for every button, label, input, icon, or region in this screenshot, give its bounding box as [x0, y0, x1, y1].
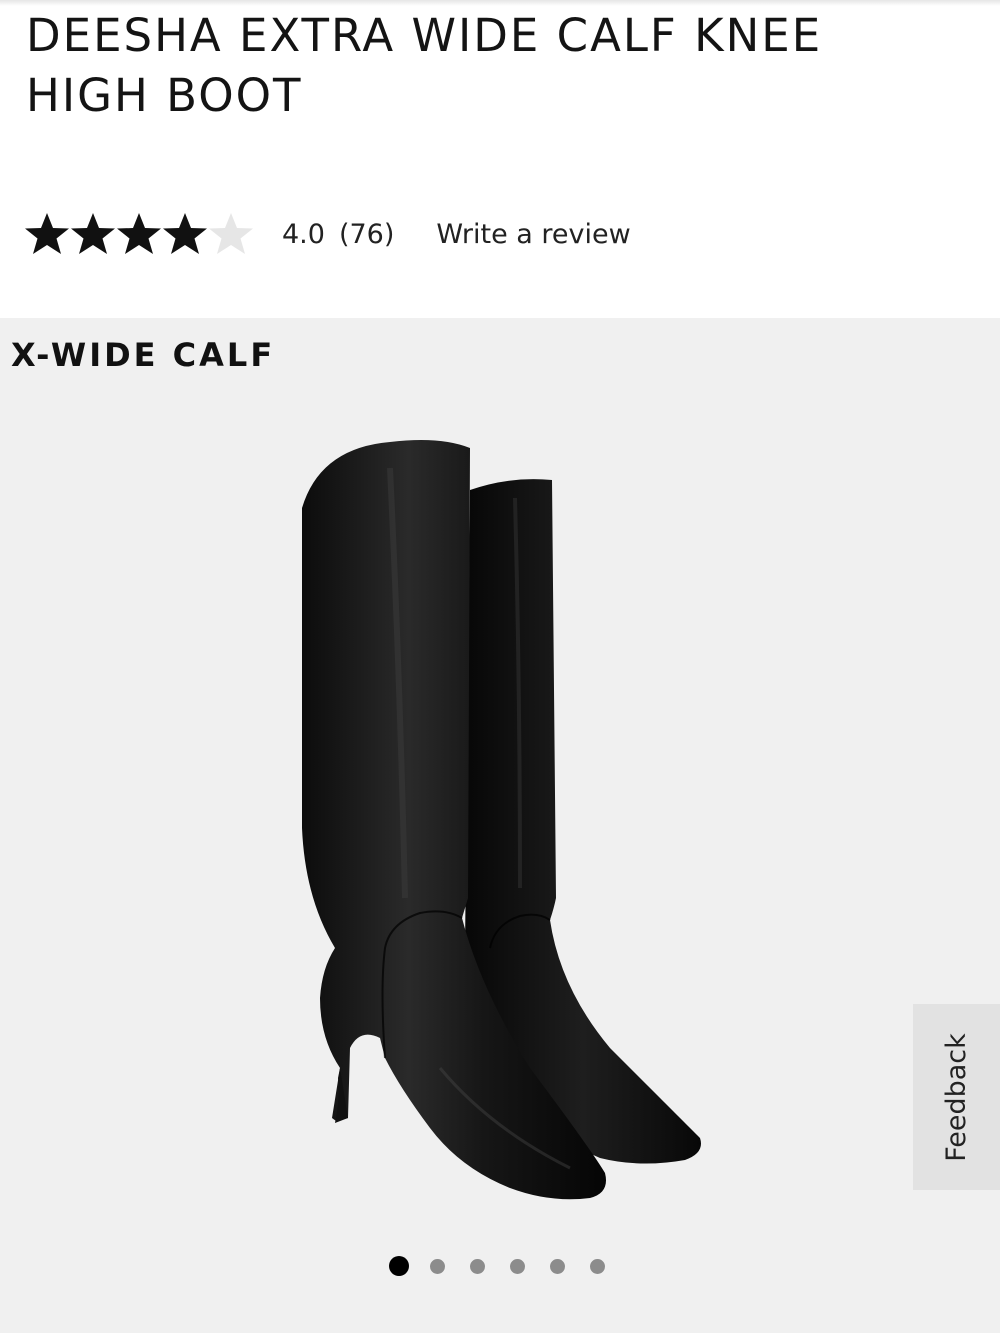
boots-image-icon: [302, 440, 701, 1200]
carousel-dot[interactable]: [550, 1258, 565, 1274]
product-image[interactable]: [280, 428, 720, 1218]
carousel-dot[interactable]: [470, 1258, 485, 1274]
rating-row: 4.0 (76) Write a review: [24, 206, 631, 262]
star-rating[interactable]: [24, 211, 254, 257]
star-empty-icon: [208, 211, 254, 257]
write-review-link[interactable]: Write a review: [436, 219, 630, 250]
product-image-gallery[interactable]: X-WIDE CALF: [0, 318, 1000, 1333]
star-filled-icon: [70, 211, 116, 257]
review-count[interactable]: (76): [339, 219, 394, 250]
star-filled-icon: [24, 211, 70, 257]
star-filled-icon: [116, 211, 162, 257]
carousel-dot[interactable]: [430, 1258, 445, 1274]
carousel-dot[interactable]: [510, 1258, 525, 1274]
product-title: DEESHA EXTRA WIDE CALF KNEE HIGH BOOT: [26, 9, 823, 122]
feedback-label: Feedback: [941, 1032, 972, 1162]
star-filled-icon: [162, 211, 208, 257]
carousel-dot[interactable]: [590, 1258, 605, 1274]
feedback-button[interactable]: Feedback: [913, 1004, 1000, 1190]
carousel-dots: [389, 1256, 630, 1276]
rating-value: 4.0: [282, 218, 325, 250]
product-badge: X-WIDE CALF: [11, 336, 276, 374]
carousel-dot[interactable]: [389, 1256, 409, 1276]
